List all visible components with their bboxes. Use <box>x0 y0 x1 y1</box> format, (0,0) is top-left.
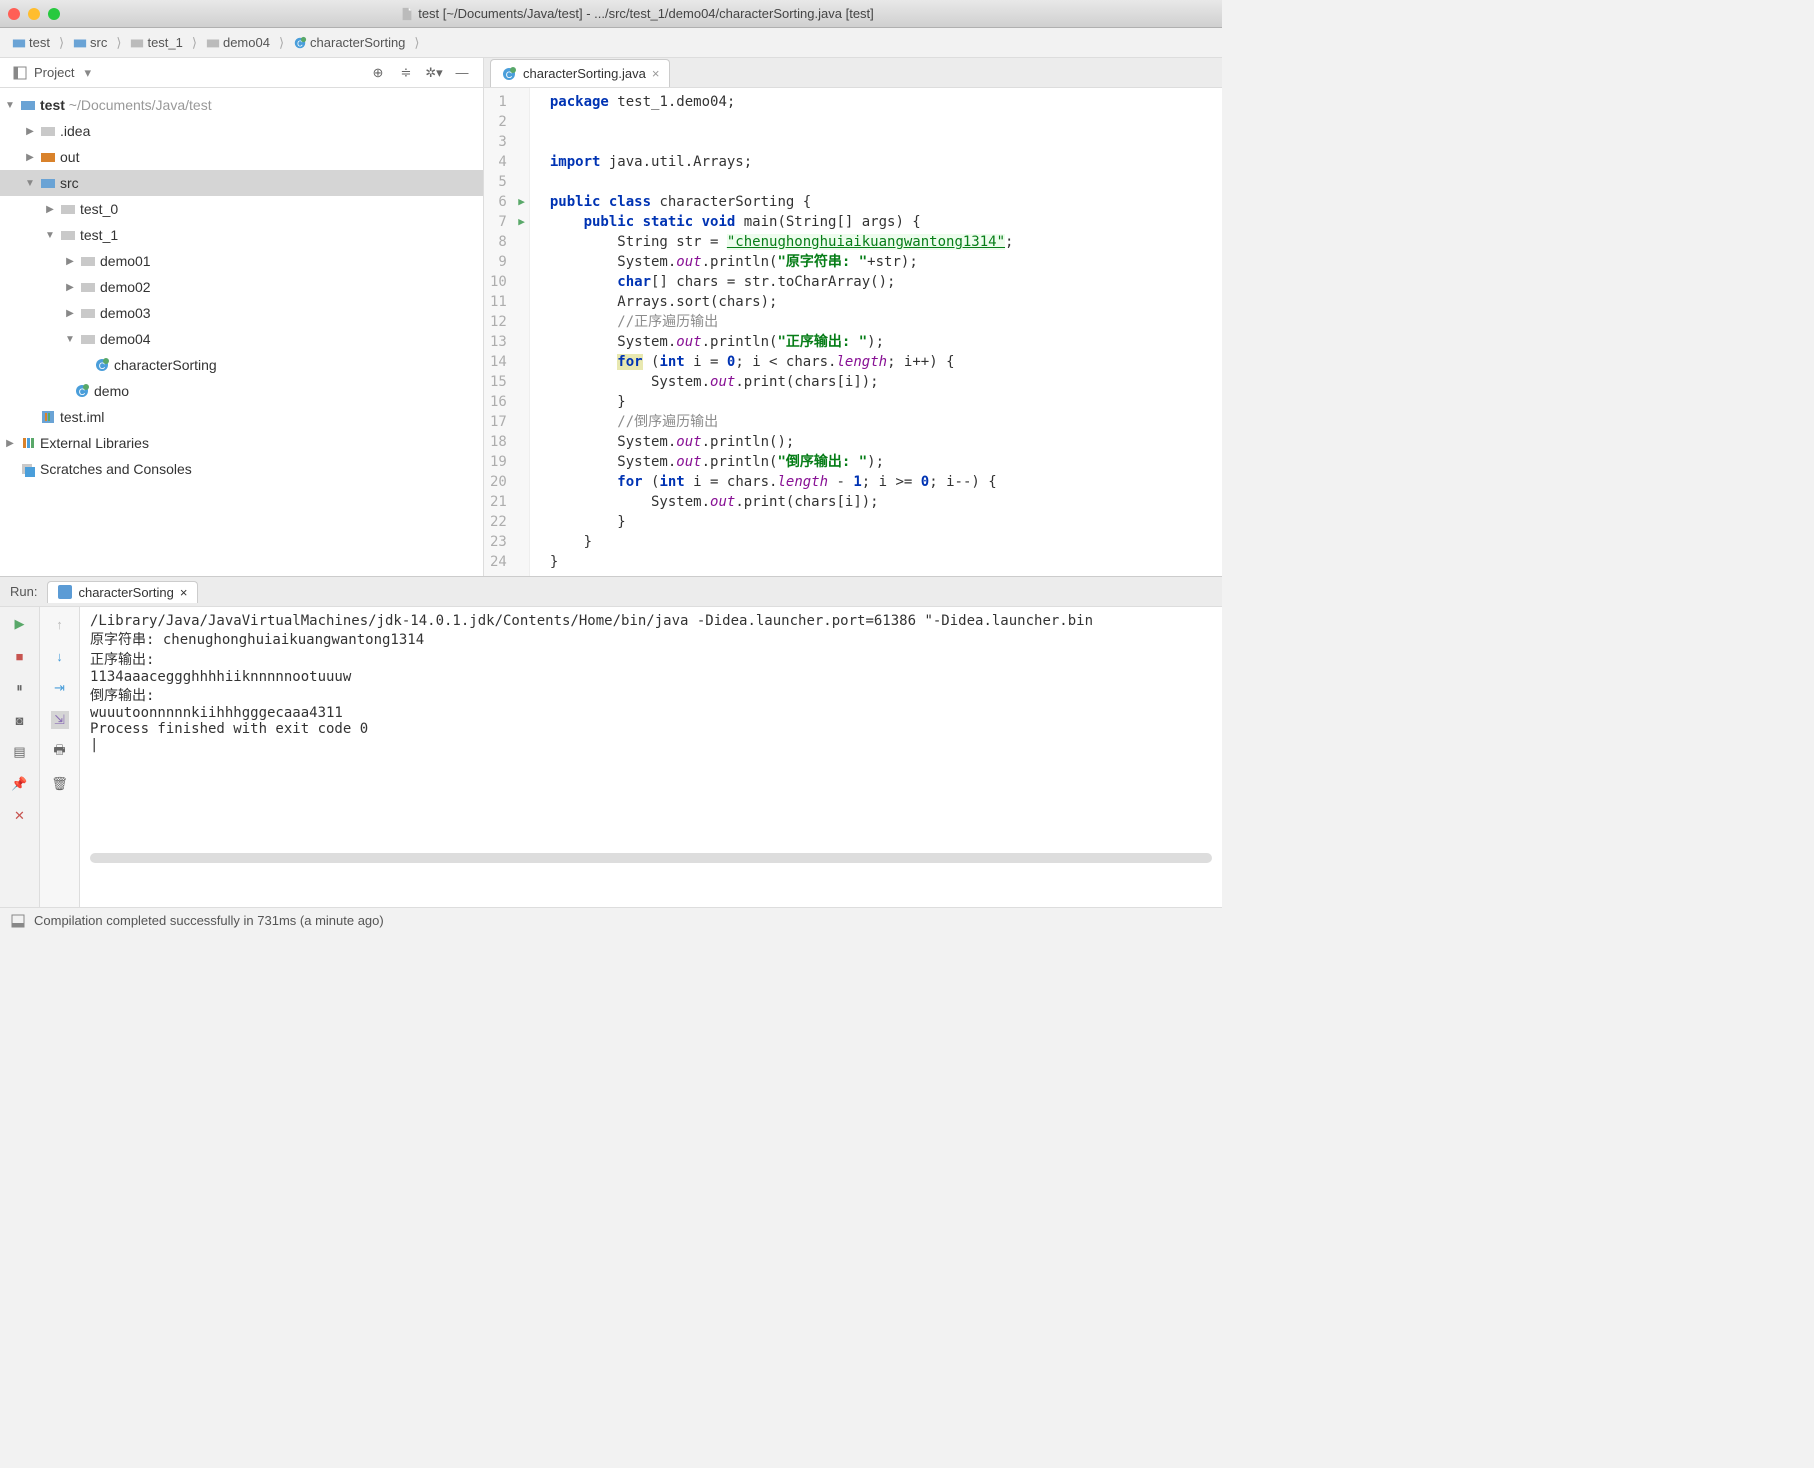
title-bar: test [~/Documents/Java/test] - .../src/t… <box>0 0 1222 28</box>
collapse-icon[interactable]: ≑ <box>397 64 415 82</box>
dump-icon[interactable]: ◙ <box>11 711 29 729</box>
tree-out[interactable]: ▶out <box>0 144 483 170</box>
close-icon[interactable]: ✕ <box>11 807 29 825</box>
breadcrumb-bar: test src test_1 demo04 CcharacterSorting <box>0 28 1222 58</box>
trash-icon[interactable]: 🗑 <box>51 775 69 793</box>
breadcrumb-class[interactable]: CcharacterSorting <box>289 35 409 50</box>
tree-src[interactable]: ▼src <box>0 170 483 196</box>
layout-icon[interactable]: ▤ <box>11 743 29 761</box>
tree-test1[interactable]: ▼test_1 <box>0 222 483 248</box>
tree-demo[interactable]: Cdemo <box>0 378 483 404</box>
breadcrumb-src[interactable]: src <box>69 35 111 50</box>
minimize-window-button[interactable] <box>28 8 40 20</box>
horizontal-scrollbar[interactable] <box>90 853 1212 863</box>
tree-demo04[interactable]: ▼demo04 <box>0 326 483 352</box>
tree-demo03[interactable]: ▶demo03 <box>0 300 483 326</box>
class-icon: C <box>501 66 517 82</box>
run-label: Run: <box>10 584 37 599</box>
pin-icon[interactable]: 📌 <box>11 775 29 793</box>
hide-icon[interactable]: — <box>453 64 471 82</box>
tab-label: characterSorting.java <box>523 66 646 81</box>
run-toolbar-right: ↑ ↓ ⇥ ⇲ 🖶 🗑 <box>40 607 80 907</box>
breadcrumb-test1[interactable]: test_1 <box>126 35 186 50</box>
locate-icon[interactable]: ⊕ <box>369 64 387 82</box>
close-run-tab-icon[interactable]: × <box>180 585 188 600</box>
tree-demo01[interactable]: ▶demo01 <box>0 248 483 274</box>
rerun-icon[interactable]: ▶ <box>11 615 29 633</box>
run-panel: Run: characterSorting × ▶ ■ ⏸ ◙ ▤ 📌 ✕ ↑ … <box>0 576 1222 907</box>
window-title: test [~/Documents/Java/test] - .../src/t… <box>60 6 1214 21</box>
editor-area: C characterSorting.java × 12345 6▶ 7▶ 89… <box>484 58 1222 576</box>
run-tab-icon <box>58 585 72 599</box>
status-icon <box>10 913 26 929</box>
print-icon[interactable]: 🖶 <box>51 743 69 761</box>
tree-scratches[interactable]: Scratches and Consoles <box>0 456 483 482</box>
scroll-icon[interactable]: ⇲ <box>51 711 69 729</box>
status-text: Compilation completed successfully in 73… <box>34 913 384 928</box>
run-config-tab[interactable]: characterSorting × <box>47 581 198 603</box>
run-gutter-icon[interactable]: ▶ <box>518 192 525 212</box>
file-icon <box>400 7 414 21</box>
tree-idea[interactable]: ▶.idea <box>0 118 483 144</box>
breadcrumb-test[interactable]: test <box>8 35 54 50</box>
tree-test0[interactable]: ▶test_0 <box>0 196 483 222</box>
project-tree: ▼test ~/Documents/Java/test ▶.idea ▶out … <box>0 88 483 486</box>
editor-tab-bar: C characterSorting.java × <box>484 58 1222 88</box>
tree-root[interactable]: ▼test ~/Documents/Java/test <box>0 92 483 118</box>
project-dropdown[interactable]: Project <box>12 65 91 81</box>
tree-demo02[interactable]: ▶demo02 <box>0 274 483 300</box>
up-icon[interactable]: ↑ <box>51 615 69 633</box>
close-tab-icon[interactable]: × <box>652 66 660 81</box>
down-icon[interactable]: ↓ <box>51 647 69 665</box>
stop-icon[interactable]: ■ <box>11 647 29 665</box>
close-window-button[interactable] <box>8 8 20 20</box>
wrap-icon[interactable]: ⇥ <box>51 679 69 697</box>
code-editor[interactable]: 12345 6▶ 7▶ 8910111213141516171819202122… <box>484 88 1222 576</box>
tree-external[interactable]: ▶External Libraries <box>0 430 483 456</box>
project-icon <box>12 65 28 81</box>
maximize-window-button[interactable] <box>48 8 60 20</box>
console-output[interactable]: /Library/Java/JavaVirtualMachines/jdk-14… <box>80 607 1222 907</box>
run-gutter-icon[interactable]: ▶ <box>518 212 525 232</box>
status-bar: Compilation completed successfully in 73… <box>0 907 1222 933</box>
line-gutter: 12345 6▶ 7▶ 8910111213141516171819202122… <box>484 88 530 576</box>
run-header: Run: characterSorting × <box>0 577 1222 607</box>
window-controls <box>8 8 60 20</box>
sidebar-header: Project ⊕ ≑ ✲▾ — <box>0 58 483 88</box>
breadcrumb-demo04[interactable]: demo04 <box>202 35 274 50</box>
tree-charactersorting[interactable]: CcharacterSorting <box>0 352 483 378</box>
tree-iml[interactable]: test.iml <box>0 404 483 430</box>
run-toolbar-left: ▶ ■ ⏸ ◙ ▤ 📌 ✕ <box>0 607 40 907</box>
settings-icon[interactable]: ✲▾ <box>425 64 443 82</box>
code-content[interactable]: package test_1.demo04; import java.util.… <box>530 88 1034 576</box>
project-sidebar: Project ⊕ ≑ ✲▾ — ▼test ~/Documents/Java/… <box>0 58 484 576</box>
editor-tab[interactable]: C characterSorting.java × <box>490 59 670 87</box>
pause-icon[interactable]: ⏸ <box>11 679 29 697</box>
